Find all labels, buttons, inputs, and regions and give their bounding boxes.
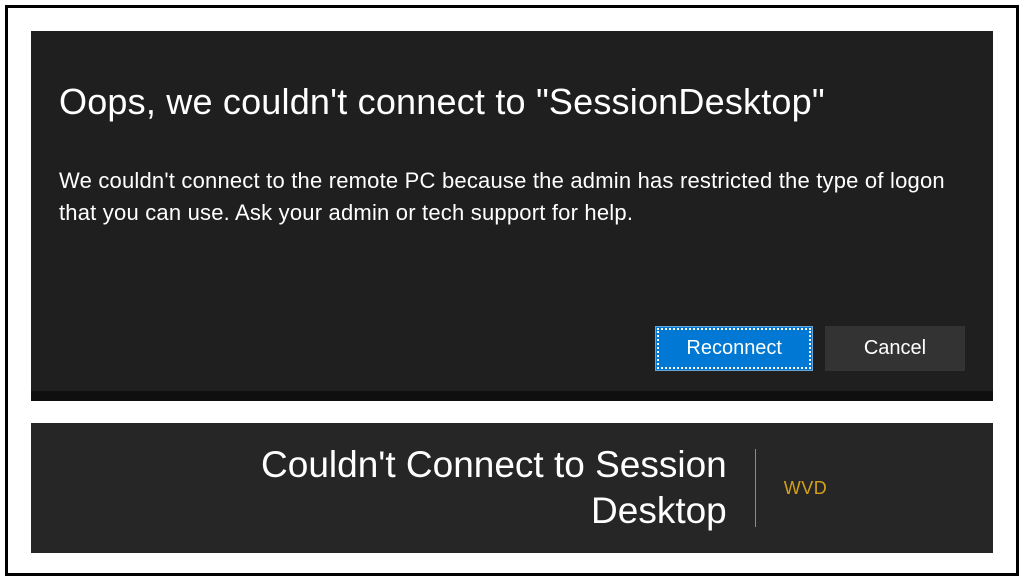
outer-frame: Oops, we couldn't connect to "SessionDes…: [5, 5, 1019, 576]
caption-bar: Couldn't Connect to Session Desktop WVD: [31, 423, 993, 553]
dialog-message: We couldn't connect to the remote PC bec…: [59, 165, 965, 229]
reconnect-button[interactable]: Reconnect: [655, 326, 813, 371]
dialog-button-row: Reconnect Cancel: [31, 326, 993, 391]
caption-tag: WVD: [784, 478, 828, 499]
caption-divider: [755, 449, 756, 527]
dialog-bottom-strip: [31, 391, 993, 401]
connection-error-dialog: Oops, we couldn't connect to "SessionDes…: [31, 31, 993, 401]
cancel-button[interactable]: Cancel: [825, 326, 965, 371]
caption-title: Couldn't Connect to Session Desktop: [197, 442, 727, 535]
dialog-title: Oops, we couldn't connect to "SessionDes…: [59, 81, 965, 123]
dialog-content: Oops, we couldn't connect to "SessionDes…: [31, 31, 993, 326]
